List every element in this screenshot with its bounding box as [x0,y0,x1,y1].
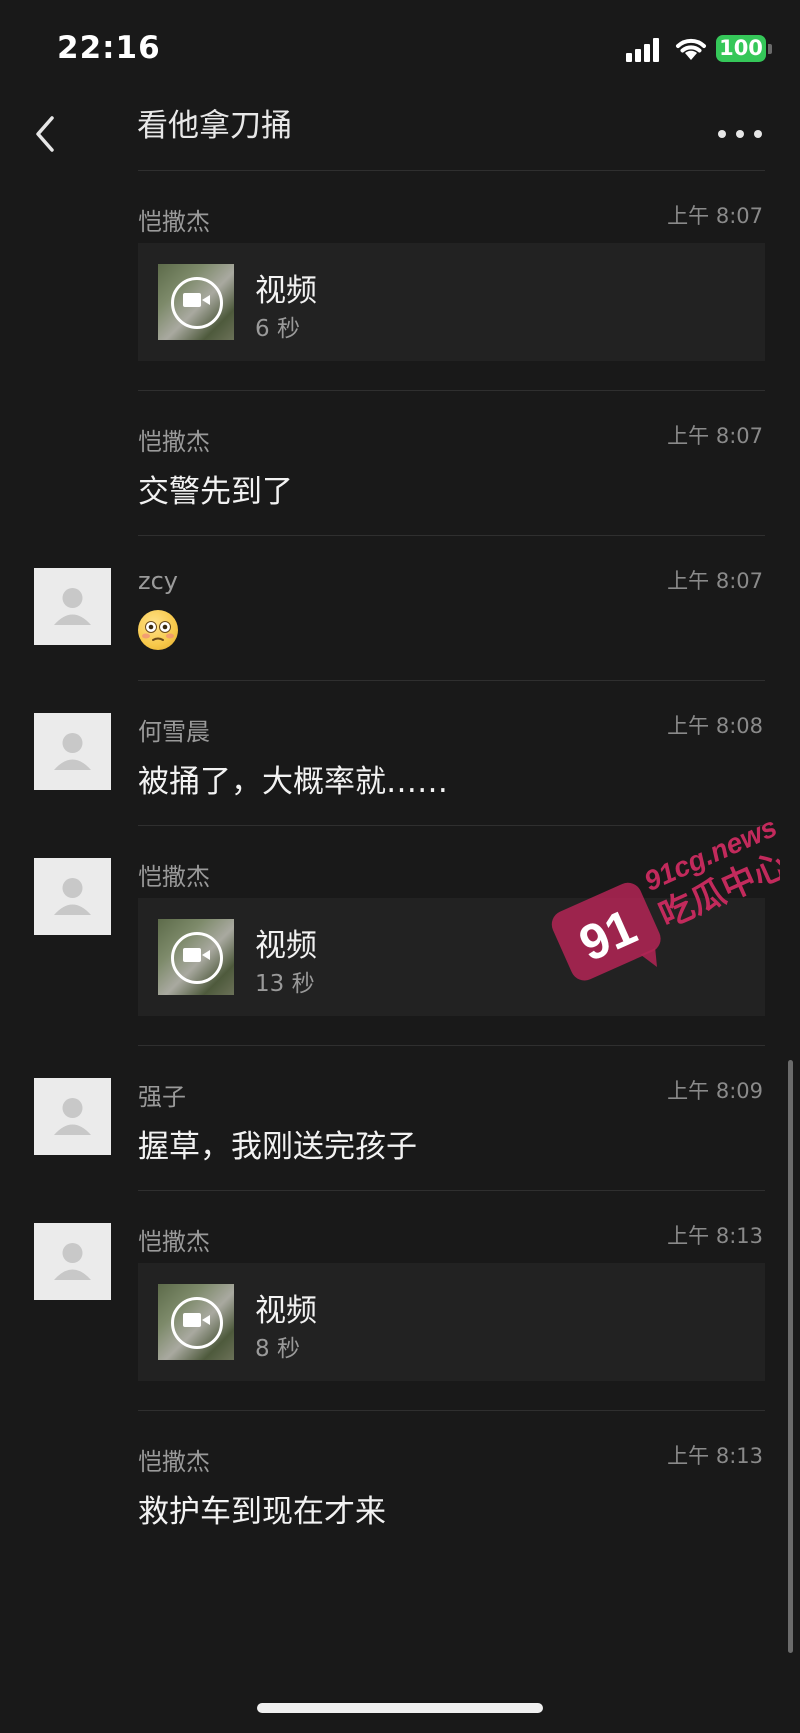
message-time: 上午 8:07 [667,569,763,593]
status-time: 22:16 [57,30,161,66]
message-item: 恺撒杰 上午 8:07 交警先到了 [0,390,800,535]
battery-icon: 100 [716,35,766,62]
video-card[interactable]: 视频 6 秒 [138,243,765,361]
home-indicator[interactable] [257,1703,543,1713]
battery-level: 100 [719,36,763,60]
avatar[interactable] [34,858,111,935]
video-label: 视频 [255,1293,317,1329]
scrollbar[interactable] [788,1060,793,1653]
message-text: 被捅了，大概率就…… [138,764,448,800]
video-label: 视频 [255,928,317,964]
nav-bar: 看他拿刀捅 [0,92,800,170]
camera-icon [183,293,201,307]
camera-icon [183,948,201,962]
sender-name: 强子 [138,1083,186,1111]
sender-name: 何雪晨 [138,718,210,746]
message-time: 上午 8:08 [667,714,763,738]
sender-name: 恺撒杰 [138,1228,210,1256]
video-thumbnail [158,1284,234,1360]
more-icon[interactable] [718,130,762,142]
wifi-icon [676,38,706,60]
flushed-face-emoji-icon [138,610,178,650]
message-time: 上午 8:13 [667,1444,763,1468]
message-time: 上午 8:07 [667,424,763,448]
video-thumbnail [158,919,234,995]
video-label: 视频 [255,273,317,309]
message-time: 上午 8:09 [667,1079,763,1103]
message-time: 上午 8:07 [667,204,763,228]
avatar[interactable] [34,568,111,645]
sender-name: 恺撒杰 [138,1448,210,1476]
camera-icon [183,1313,201,1327]
message-item: 强子 上午 8:09 握草，我刚送完孩子 [0,1045,800,1190]
avatar[interactable] [34,1223,111,1300]
video-thumbnail [158,264,234,340]
video-duration: 8 秒 [255,1336,300,1362]
message-text: 握草，我刚送完孩子 [138,1129,417,1165]
sender-name: 恺撒杰 [138,208,210,236]
sender-name: 恺撒杰 [138,428,210,456]
message-item: zcy 上午 8:07 [0,535,800,680]
message-text: 交警先到了 [138,474,293,510]
message-time: 上午 8:13 [667,1224,763,1248]
message-item: 恺撒杰 上午 8:07 视频 6 秒 [0,170,800,390]
back-icon[interactable] [30,112,60,156]
sender-name: zcy [138,567,178,595]
sender-name: 恺撒杰 [138,863,210,891]
avatar[interactable] [34,713,111,790]
status-bar: 22:16 100 [0,0,800,92]
video-duration: 6 秒 [255,316,300,342]
video-duration: 13 秒 [255,971,315,997]
video-card[interactable]: 视频 8 秒 [138,1263,765,1381]
battery-tip [768,44,772,54]
signal-icon [626,38,666,62]
message-item: 恺撒杰 上午 8:13 救护车到现在才来 [0,1410,800,1555]
avatar[interactable] [34,1078,111,1155]
message-item: 恺撒杰 上午 8:13 视频 8 秒 [0,1190,800,1410]
chat-title: 看他拿刀捅 [137,108,292,144]
watermark-logo: 91 91cg.news 吃瓜中心 [551,811,780,981]
message-text: 救护车到现在才来 [138,1494,386,1530]
